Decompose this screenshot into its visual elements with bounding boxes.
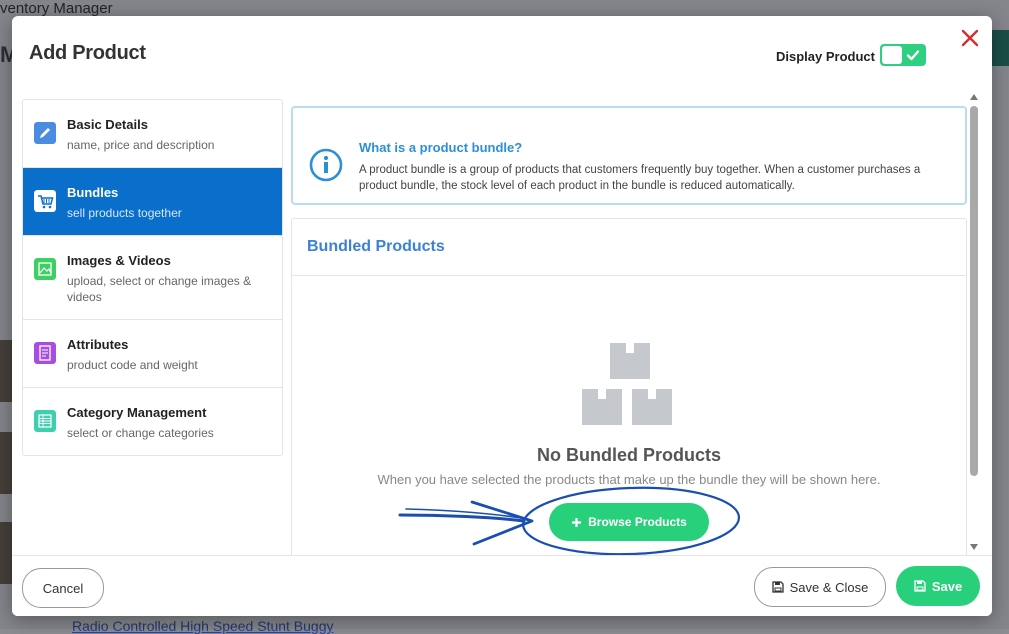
pencil-icon [34,122,56,144]
boxes-icon [582,343,672,425]
list-icon [34,410,56,432]
scroll-down-icon[interactable] [970,544,978,550]
sidebar-item-title: Category Management [67,405,207,420]
save-and-close-label: Save & Close [789,579,869,595]
add-product-modal: Add Product Display Product Basic Detail… [12,16,992,616]
sidebar-item-bundles[interactable]: Bundles sell products together [23,168,282,236]
sidebar-item-category-management[interactable]: Category Management select or change cat… [23,388,282,455]
sidebar-item-title: Bundles [67,185,119,200]
modal-header: Add Product Display Product [12,16,992,92]
check-icon [906,50,920,61]
info-box: What is a product bundle? A product bund… [291,106,967,205]
cancel-button[interactable]: Cancel [22,568,104,608]
sidebar: Basic Details name, price and descriptio… [22,99,283,456]
sidebar-item-title: Attributes [67,337,129,352]
cart-icon [34,190,56,212]
content-scrollbar[interactable] [968,94,980,554]
sidebar-item-subtitle: select or change categories [67,426,214,440]
bundled-products-title: Bundled Products [307,238,445,255]
scrollbar-thumb[interactable] [970,106,978,476]
save-and-close-button[interactable]: Save & Close [754,567,886,607]
close-icon[interactable] [958,26,982,50]
bundled-products-header: Bundled Products [292,219,966,276]
modal-footer: Cancel Save & Close Save [12,555,992,616]
document-icon [34,342,56,364]
sidebar-item-attributes[interactable]: Attributes product code and weight [23,320,282,388]
sidebar-item-images-videos[interactable]: Images & Videos upload, select or change… [23,236,282,320]
sidebar-item-subtitle: product code and weight [67,358,198,372]
browse-products-button[interactable]: Browse Products [549,503,709,541]
sidebar-item-title: Images & Videos [67,253,171,268]
sidebar-item-basic-details[interactable]: Basic Details name, price and descriptio… [23,100,282,168]
background-app-title: ventory Manager [0,0,113,17]
empty-state-title: No Bundled Products [537,445,721,465]
scroll-up-icon[interactable] [970,94,978,100]
plus-icon [572,517,582,527]
display-product-toggle[interactable] [880,44,926,66]
floppy-icon [771,581,784,593]
save-button[interactable]: Save [896,566,980,606]
info-icon [309,148,343,182]
sidebar-item-subtitle: name, price and description [67,138,215,152]
modal-title: Add Product [29,42,146,64]
empty-state-subtitle: When you have selected the products that… [377,472,881,487]
floppy-icon [914,580,926,592]
toggle-knob [882,46,902,64]
info-title: What is a product bundle? [359,140,523,155]
sidebar-item-subtitle: sell products together [67,206,182,220]
save-label: Save [931,578,963,594]
browse-products-label: Browse Products [588,515,687,529]
info-text: A product bundle is a group of products … [359,164,921,192]
image-icon [34,258,56,280]
bundle-content: What is a product bundle? A product bund… [291,96,969,556]
display-product-label: Display Product [776,49,875,64]
sidebar-item-title: Basic Details [67,117,148,132]
sidebar-item-subtitle: upload, select or change images & videos [67,274,252,304]
bundled-products-panel: Bundled Products No Bundled Products Whe… [291,218,967,556]
